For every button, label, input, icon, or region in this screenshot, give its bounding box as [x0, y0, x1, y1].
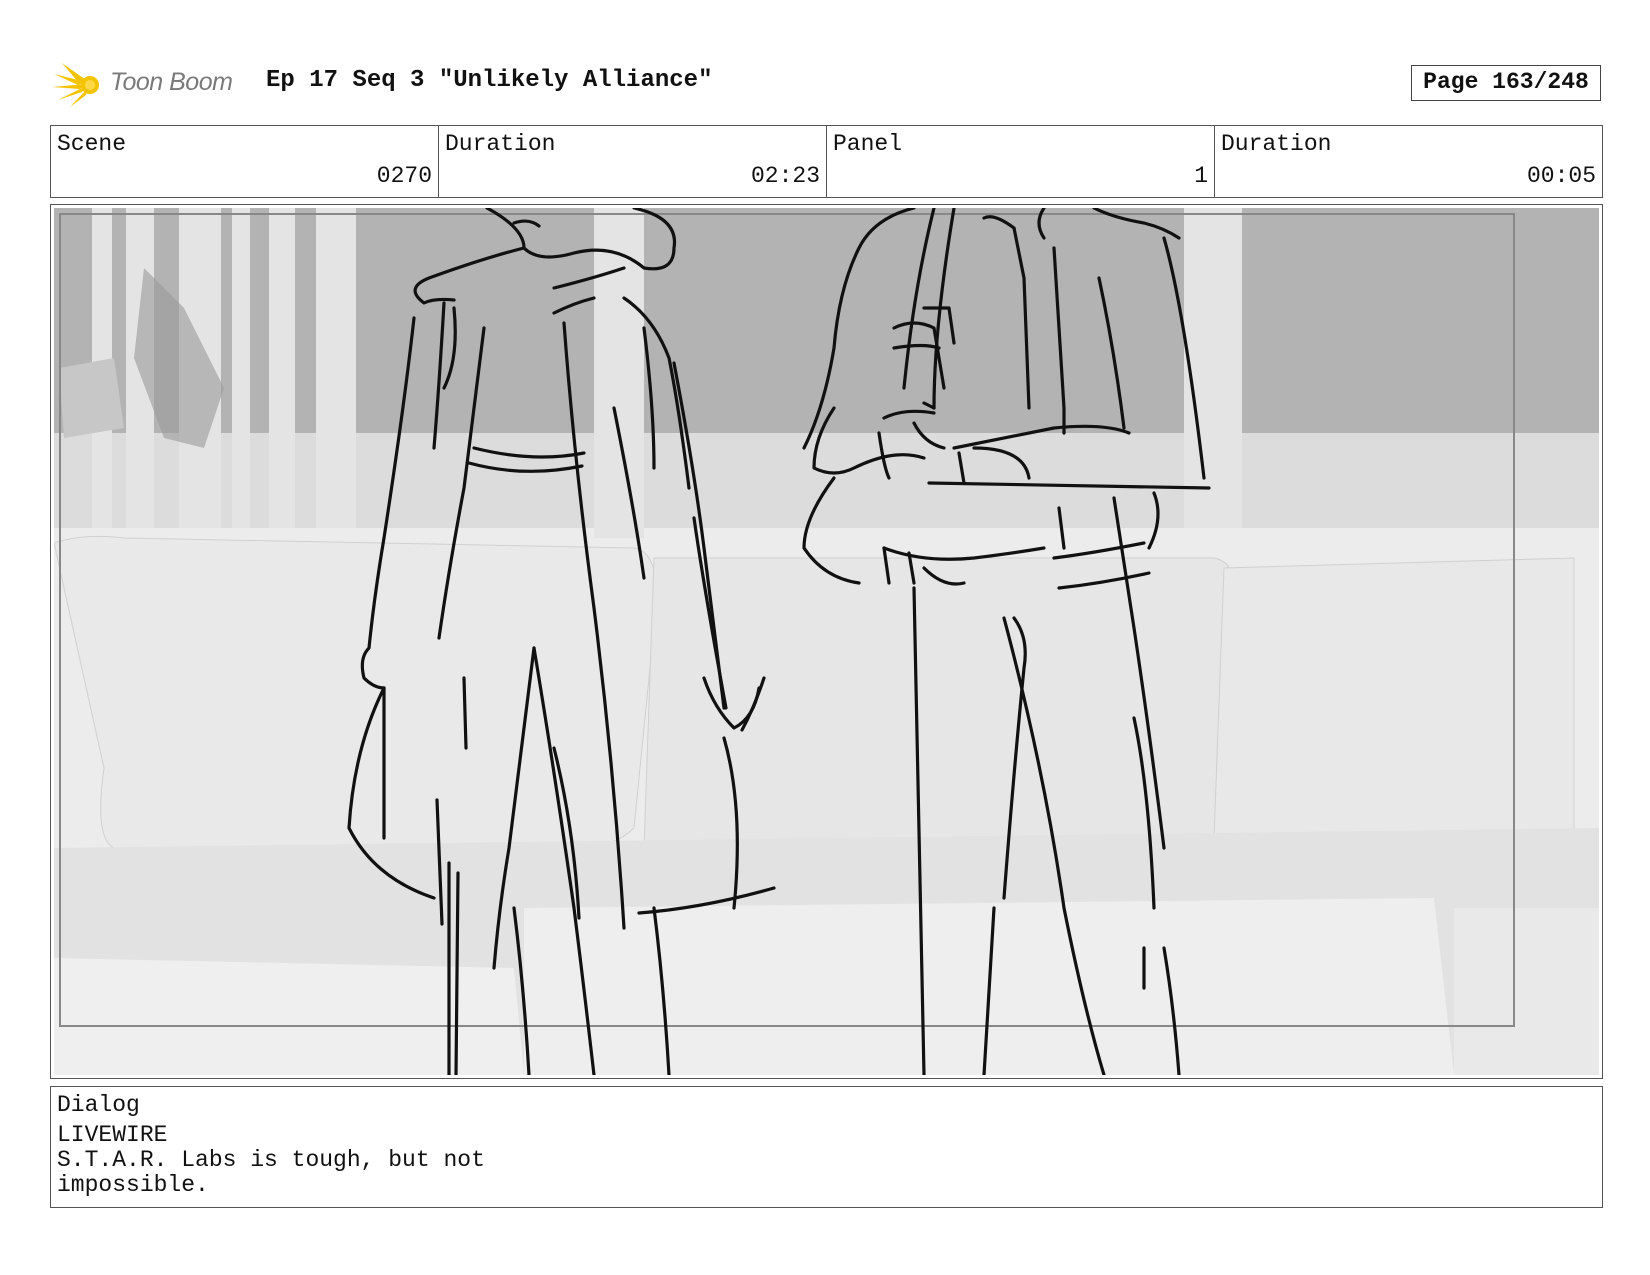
page-header: Toon Boom Ep 17 Seq 3 "Unlikely Alliance…: [52, 56, 1602, 108]
panel-duration-cell: Duration 00:05: [1215, 126, 1602, 197]
dialog-line: impossible.: [57, 1172, 209, 1198]
dialog-line: S.T.A.R. Labs is tough, but not: [57, 1147, 485, 1173]
panel-info-table: Scene 0270 Duration 02:23 Panel 1 Durati…: [50, 125, 1603, 198]
storyboard-panel: [50, 204, 1603, 1079]
scene-label: Scene: [57, 131, 127, 157]
dialog-text: LIVEWIRE S.T.A.R. Labs is tough, but not…: [57, 1123, 485, 1198]
duration-label: Duration: [445, 131, 556, 157]
dialog-section: Dialog LIVEWIRE S.T.A.R. Labs is tough, …: [50, 1086, 1603, 1208]
toon-boom-logo: Toon Boom: [52, 58, 252, 108]
panel-cell: Panel 1: [827, 126, 1215, 197]
scene-cell: Scene 0270: [51, 126, 439, 197]
scene-value: 0270: [376, 163, 432, 189]
panel-sketch-image: [54, 208, 1599, 1075]
dialog-character: LIVEWIRE: [57, 1122, 168, 1148]
panel-duration-label: Duration: [1221, 131, 1332, 157]
panel-label: Panel: [833, 131, 903, 157]
page-number: Page 163/248: [1411, 65, 1601, 101]
starburst-icon: [52, 63, 99, 107]
panel-duration-value: 00:05: [1526, 163, 1596, 189]
background-couch: [54, 535, 1599, 1075]
dialog-label: Dialog: [57, 1092, 140, 1118]
panel-value: 1: [1194, 163, 1208, 189]
duration-value: 02:23: [750, 163, 820, 189]
logo-text: Toon Boom: [110, 68, 233, 96]
duration-cell: Duration 02:23: [439, 126, 827, 197]
episode-title: Ep 17 Seq 3 "Unlikely Alliance": [266, 67, 713, 94]
